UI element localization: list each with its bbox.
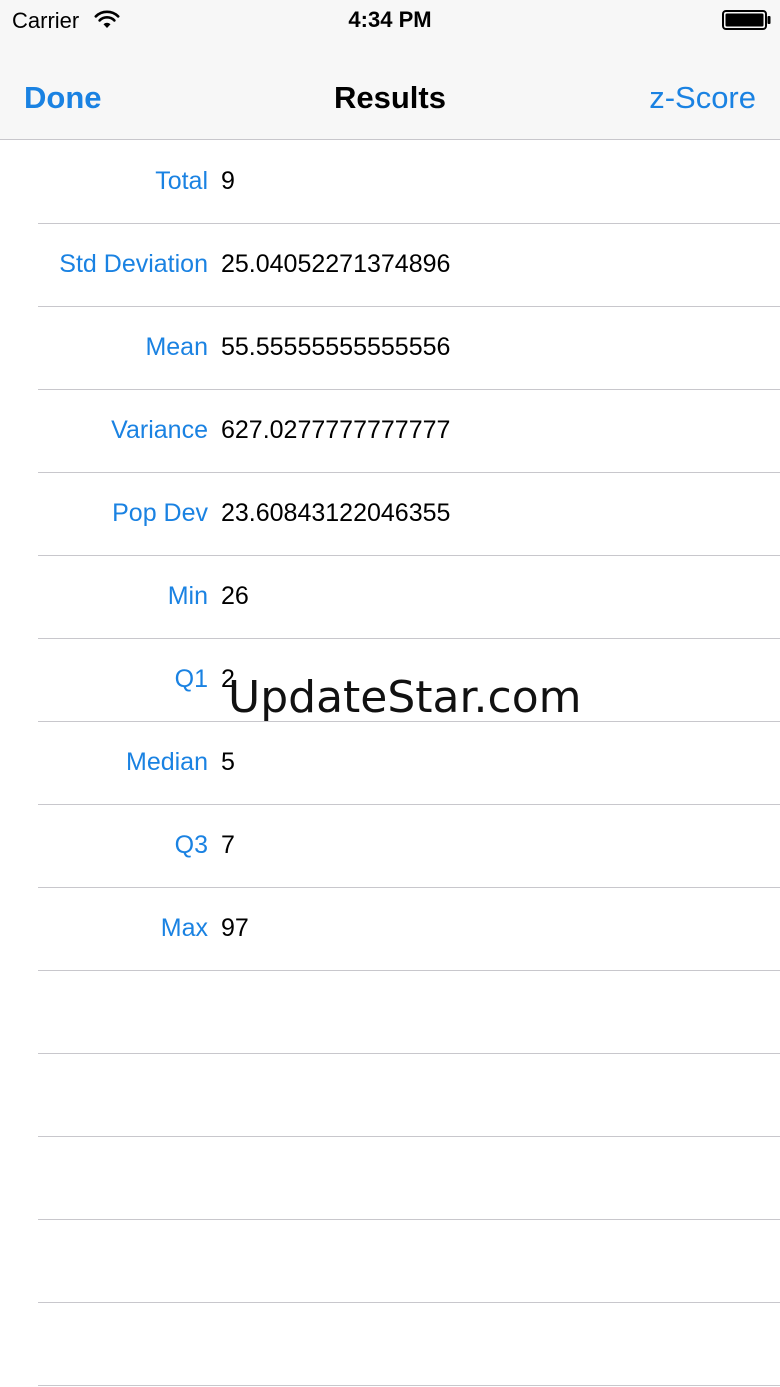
results-list: Total 9 Std Deviation 25.04052271374896 Mean…	[0, 141, 780, 1386]
battery-icon	[722, 10, 771, 30]
result-row	[0, 1137, 780, 1220]
result-value: 25.04052271374896	[221, 250, 451, 278]
result-row: Variance 627.0277777777777	[0, 390, 780, 473]
status-time: 4:34 PM	[348, 7, 432, 32]
result-row: Q3 7	[0, 805, 780, 888]
done-button[interactable]: Done	[24, 80, 102, 116]
status-bar: Carrier 4:34 PM	[0, 0, 780, 40]
result-label: Total	[155, 167, 208, 195]
result-label: Min	[167, 582, 208, 610]
result-value: 55.55555555555556	[221, 333, 451, 361]
result-row	[0, 971, 780, 1054]
result-label: Pop Dev	[112, 499, 208, 527]
result-value: 627.0277777777777	[221, 416, 451, 444]
result-row	[0, 1054, 780, 1137]
result-value: 5	[221, 748, 235, 776]
navigation-bar: Done Results z-Score	[0, 40, 780, 140]
result-value: 26	[221, 582, 249, 610]
result-value: 2	[221, 665, 235, 693]
result-row: Median 5	[0, 722, 780, 805]
result-row: Min 26	[0, 556, 780, 639]
results-screen: Carrier 4:34 PM Done Results z-Score Tot…	[0, 0, 780, 1387]
result-row: Pop Dev 23.60843122046355	[0, 473, 780, 556]
result-label: Mean	[145, 333, 208, 361]
result-value: 7	[221, 831, 235, 859]
result-label: Median	[126, 748, 208, 776]
result-label: Q3	[174, 831, 208, 859]
result-value: 97	[221, 914, 249, 942]
result-value: 9	[221, 167, 235, 195]
result-row	[0, 1303, 780, 1386]
result-row: Std Deviation 25.04052271374896	[0, 224, 780, 307]
result-label: Std Deviation	[59, 250, 208, 278]
result-label: Max	[160, 914, 208, 942]
result-row: Q1 2	[0, 639, 780, 722]
result-row: Mean 55.55555555555556	[0, 307, 780, 390]
result-row: Max 97	[0, 888, 780, 971]
result-label: Q1	[174, 665, 208, 693]
result-row	[0, 1220, 780, 1303]
z-score-button[interactable]: z-Score	[649, 80, 756, 116]
result-row: Total 9	[0, 141, 780, 224]
result-label: Variance	[111, 416, 208, 444]
result-value: 23.60843122046355	[221, 499, 451, 527]
